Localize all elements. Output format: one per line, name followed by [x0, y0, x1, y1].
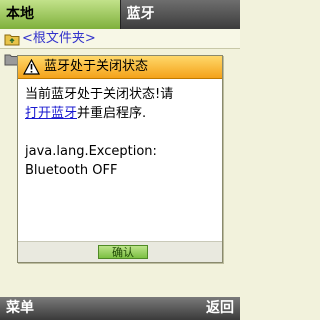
warning-icon: [23, 59, 40, 75]
message-line-2-rest: 并重启程序.: [77, 106, 147, 121]
exception-line-1: java.lang.Exception:: [25, 144, 157, 159]
folder-up-icon: [4, 34, 20, 46]
open-bluetooth-link[interactable]: 打开蓝牙: [25, 106, 77, 121]
dialog-title-bar: 蓝牙处于关闭状态: [18, 56, 222, 79]
tab-bar: 本地 蓝牙: [0, 0, 240, 29]
root-folder-label: <根文件夹>: [22, 31, 96, 46]
list-item-root-folder[interactable]: <根文件夹>: [0, 29, 240, 49]
menu-softkey[interactable]: 菜单: [6, 297, 34, 320]
softkey-bar: 菜单 返回: [0, 297, 240, 320]
dialog-footer: 确认: [18, 241, 222, 262]
dialog-title: 蓝牙处于关闭状态: [44, 59, 149, 74]
message-line-1: 当前蓝牙处于关闭状态!请: [25, 87, 174, 102]
exception-line-2: Bluetooth OFF: [25, 163, 118, 178]
message-line-2: 打开蓝牙并重启程序.: [25, 104, 215, 123]
tab-local[interactable]: 本地: [0, 0, 120, 29]
tab-bluetooth[interactable]: 蓝牙: [120, 0, 240, 29]
dialog-message: 当前蓝牙处于关闭状态!请 打开蓝牙并重启程序. java.lang.Except…: [18, 79, 222, 180]
bluetooth-off-dialog: 蓝牙处于关闭状态 当前蓝牙处于关闭状态!请 打开蓝牙并重启程序. java.la…: [17, 55, 223, 263]
confirm-button[interactable]: 确认: [98, 245, 148, 259]
back-softkey[interactable]: 返回: [206, 297, 234, 320]
